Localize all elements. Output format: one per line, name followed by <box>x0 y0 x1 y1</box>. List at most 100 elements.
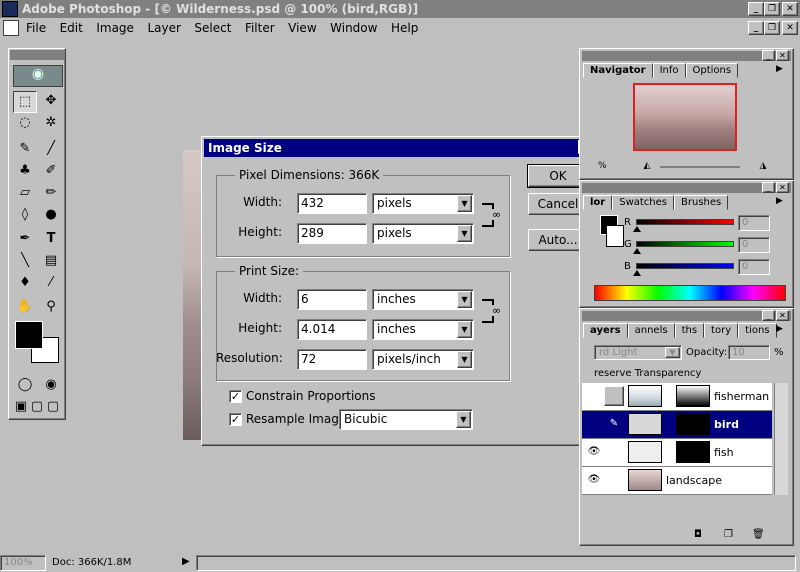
doc-minimize-button[interactable]: _ <box>748 21 764 35</box>
blur-tool-icon[interactable]: ◊ <box>13 205 37 227</box>
resample-method-select[interactable]: Bicubic ▼ <box>339 409 473 430</box>
doc-restore-button[interactable]: ❐ <box>764 21 780 35</box>
menu-help[interactable]: Help <box>391 21 418 35</box>
tab-history[interactable]: tory <box>704 323 739 338</box>
dropdown-arrow-icon[interactable]: ▼ <box>456 411 471 428</box>
color-spectrum-bar[interactable] <box>594 285 786 301</box>
history-brush-icon[interactable]: ✐ <box>39 161 63 183</box>
palette-minimize-icon[interactable]: _ <box>762 50 775 61</box>
pixel-width-input[interactable]: 432 <box>297 193 367 214</box>
new-layer-icon[interactable]: ❐ <box>724 529 733 540</box>
tab-swatches[interactable]: Swatches <box>612 195 675 210</box>
menu-edit[interactable]: Edit <box>60 21 83 35</box>
rubber-stamp-icon[interactable]: ♣ <box>13 161 37 183</box>
doc-close-button[interactable]: ✕ <box>782 21 798 35</box>
tab-layers[interactable]: ayers <box>583 323 628 338</box>
dropdown-arrow-icon[interactable]: ▼ <box>457 291 472 308</box>
opacity-input[interactable]: 10 <box>728 345 770 360</box>
resolution-unit-select[interactable]: pixels/inch ▼ <box>372 349 474 370</box>
status-menu-arrow-icon[interactable]: ▶ <box>182 556 190 567</box>
new-layer-mask-icon[interactable]: ◘ <box>694 529 702 540</box>
eyedropper-tool-icon[interactable]: ⁄ <box>39 273 63 295</box>
paintbrush-tool-icon[interactable]: ╱ <box>39 139 63 161</box>
print-width-unit-select[interactable]: inches ▼ <box>372 289 474 310</box>
menu-image[interactable]: Image <box>96 21 134 35</box>
tab-navigator[interactable]: Navigator <box>583 63 653 78</box>
palette-menu-arrow-icon[interactable]: ▶ <box>776 64 783 74</box>
eye-icon[interactable]: 👁 <box>584 470 604 490</box>
zoom-in-icon[interactable]: ◮ <box>753 161 773 173</box>
color-bg-swatch[interactable] <box>606 225 624 247</box>
menu-layer[interactable]: Layer <box>147 21 180 35</box>
zoom-tool-icon[interactable]: ⚲ <box>39 297 63 319</box>
zoom-level-input[interactable]: 100% <box>0 555 46 571</box>
quickmask-mode-icon[interactable]: ◉ <box>39 375 63 397</box>
blue-slider[interactable] <box>636 263 734 269</box>
layer-row-fisherman[interactable]: fisherman <box>582 383 772 411</box>
gradient-tool-icon[interactable]: ▤ <box>39 251 63 273</box>
resolution-input[interactable]: 72 <box>297 349 367 370</box>
navigator-palette-header[interactable] <box>582 51 791 61</box>
menu-window[interactable]: Window <box>330 21 377 35</box>
tab-color[interactable]: lor <box>583 195 613 210</box>
type-tool-icon[interactable]: T <box>39 229 63 251</box>
photoshop-app-icon[interactable] <box>2 1 18 17</box>
palette-close-icon[interactable]: ✕ <box>776 182 789 193</box>
layer-row-landscape[interactable]: 👁 landscape <box>582 467 772 495</box>
airbrush-tool-icon[interactable]: ✎ <box>13 139 37 161</box>
eye-logo-icon[interactable]: ◉ <box>13 65 63 87</box>
blend-mode-select[interactable]: rd Light ▼ <box>594 345 682 360</box>
tab-info[interactable]: Info <box>652 63 686 78</box>
layers-scrollbar[interactable] <box>774 383 788 495</box>
green-slider[interactable] <box>636 241 734 247</box>
screen-mode-full-icon[interactable]: ▢ <box>45 397 61 419</box>
dropdown-arrow-icon[interactable]: ▼ <box>457 195 472 212</box>
print-height-input[interactable]: 4.014 <box>297 319 367 340</box>
dodge-tool-icon[interactable]: ● <box>39 205 63 227</box>
menu-file[interactable]: File <box>26 21 46 35</box>
menu-select[interactable]: Select <box>194 21 231 35</box>
print-height-unit-select[interactable]: inches ▼ <box>372 319 474 340</box>
dropdown-arrow-icon[interactable]: ▼ <box>457 225 472 242</box>
pixel-height-input[interactable]: 289 <box>297 223 367 244</box>
pencil-tool-icon[interactable]: ✏ <box>39 183 63 205</box>
toolbox-header[interactable] <box>10 50 64 60</box>
dropdown-arrow-icon[interactable]: ▼ <box>665 347 680 358</box>
red-slider[interactable] <box>636 219 734 225</box>
zoom-out-icon[interactable]: ◭ <box>637 161 657 173</box>
eye-icon[interactable]: 👁 <box>584 442 604 462</box>
navigator-zoom-value[interactable]: % <box>598 161 612 171</box>
print-width-input[interactable]: 6 <box>297 289 367 310</box>
menu-filter[interactable]: Filter <box>245 21 275 35</box>
magic-wand-icon[interactable]: ✲ <box>39 113 63 135</box>
trash-icon[interactable]: 🗑 <box>752 529 765 540</box>
tab-brushes[interactable]: Brushes <box>674 195 729 210</box>
pixel-height-unit-select[interactable]: pixels ▼ <box>372 223 474 244</box>
constrain-proportions-checkbox[interactable]: ✓ <box>229 390 242 403</box>
eraser-tool-icon[interactable]: ▱ <box>13 183 37 205</box>
red-value-input[interactable]: 0 <box>738 215 770 231</box>
close-button[interactable]: ✕ <box>782 2 798 16</box>
blue-value-input[interactable]: 0 <box>738 259 770 275</box>
blue-slider-handle[interactable] <box>633 270 641 276</box>
resample-image-checkbox[interactable]: ✓ <box>229 413 242 426</box>
line-tool-icon[interactable]: ╲ <box>13 251 37 273</box>
red-slider-handle[interactable] <box>633 226 641 232</box>
green-value-input[interactable]: 0 <box>738 237 770 253</box>
pen-tool-icon[interactable]: ✒ <box>13 229 37 251</box>
palette-minimize-icon[interactable]: _ <box>762 182 775 193</box>
marquee-tool-icon[interactable]: ⬚ <box>13 91 37 113</box>
layer-row-fish[interactable]: 👁 fish <box>582 439 772 467</box>
tab-channels[interactable]: annels <box>627 323 675 338</box>
screen-mode-full-menu-icon[interactable]: ▢ <box>29 397 45 419</box>
brush-icon[interactable]: ✎ <box>604 414 624 434</box>
paint-bucket-icon[interactable]: ♦ <box>13 273 37 295</box>
navigator-zoom-slider[interactable] <box>660 166 740 168</box>
restore-button[interactable]: ❐ <box>764 2 780 16</box>
screen-mode-standard-icon[interactable]: ▣ <box>13 397 29 419</box>
color-palette-header[interactable] <box>582 183 791 193</box>
layer-link-icon[interactable] <box>604 386 624 406</box>
dropdown-arrow-icon[interactable]: ▼ <box>457 321 472 338</box>
foreground-color-swatch[interactable] <box>15 321 43 349</box>
hand-tool-icon[interactable]: ✋ <box>13 297 37 319</box>
